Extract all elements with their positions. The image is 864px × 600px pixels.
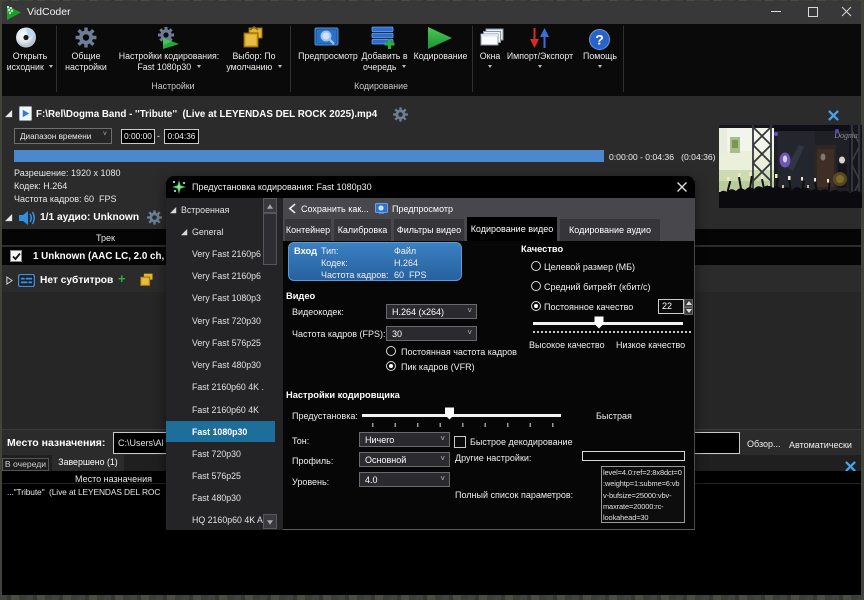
svg-text:?: ? [595, 32, 604, 48]
